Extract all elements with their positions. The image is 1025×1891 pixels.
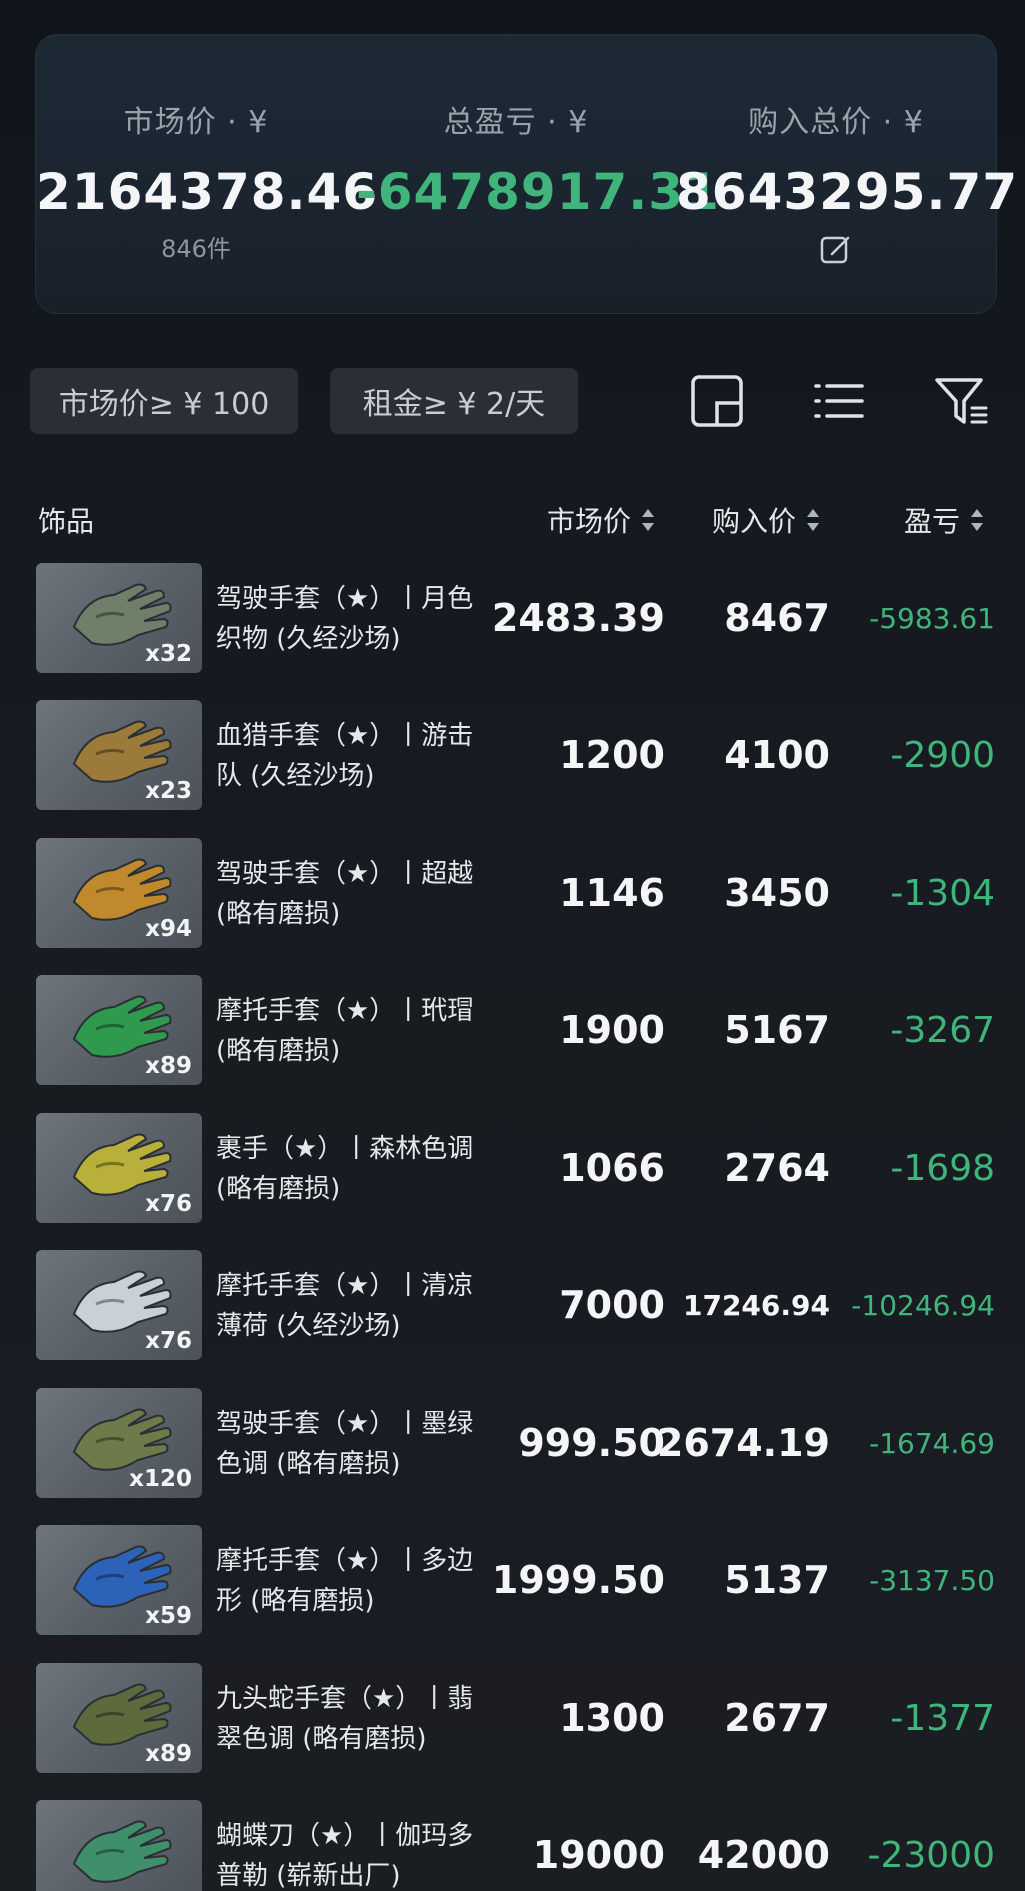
table-row[interactable]: x59 摩托手套（★）丨多边形 (略有磨损) 1999.50 5137 -3137.50 <box>0 1525 1025 1639</box>
table-row[interactable]: x120 驾驶手套（★）丨墨绿色调 (略有磨损) 999.50 2674.19 -167… <box>0 1388 1025 1502</box>
profit-loss-cell: -2900 <box>890 734 995 776</box>
buy-total-label: 购入总价 · ¥ <box>748 105 924 140</box>
market-price-cell: 1200 <box>559 733 665 777</box>
table-row[interactable]: x94 驾驶手套（★）丨超越 (略有磨损) 1146 3450 -1304 <box>0 838 1025 952</box>
header-item: 饰品 <box>38 505 95 538</box>
item-name: 驾驶手套（★）丨墨绿色调 (略有磨损) <box>216 1409 474 1479</box>
item-thumbnail: x89 <box>36 1663 202 1773</box>
item-name: 九头蛇手套（★）丨翡翠色调 (略有磨损) <box>216 1684 474 1754</box>
market-price-filter-chip[interactable]: 市场价≥ ¥ 100 <box>30 368 298 434</box>
item-thumbnail: x120 <box>36 1388 202 1498</box>
item-thumbnail: x89 <box>36 975 202 1085</box>
item-thumbnail: x76 <box>36 1113 202 1223</box>
total-pl-label: 总盈亏 · ¥ <box>443 105 589 140</box>
item-thumbnail: x94 <box>36 838 202 948</box>
profit-loss-cell: -3267 <box>890 1009 995 1051</box>
market-price-cell: 1999.50 <box>491 1558 665 1602</box>
item-quantity: x89 <box>145 1741 192 1767</box>
sort-icon <box>642 509 655 531</box>
buy-price-cell: 4100 <box>724 733 830 777</box>
header-buy-label: 购入价 <box>712 505 797 538</box>
buy-price-cell: 42000 <box>697 1833 830 1877</box>
item-quantity: x76 <box>145 1191 192 1217</box>
profit-loss-cell: -1377 <box>890 1697 995 1739</box>
item-quantity: x59 <box>145 1603 192 1629</box>
table-row[interactable]: 蝴蝶刀（★）丨伽玛多普勒 (崭新出厂) 19000 42000 -23000 <box>0 1800 1025 1891</box>
total-pl-value: -6478917.31 <box>356 163 720 221</box>
buy-total-value: 8643295.77 <box>676 163 1019 221</box>
market-total-value: 2164378.46 <box>36 163 379 221</box>
table-row[interactable]: x76 裹手（★）丨森林色调 (略有磨损) 1066 2764 -1698 <box>0 1113 1025 1227</box>
item-name: 摩托手套（★）丨玳瑁 (略有磨损) <box>216 996 474 1066</box>
item-thumbnail: x59 <box>36 1525 202 1635</box>
profit-loss-cell: -1674.69 <box>869 1426 995 1460</box>
item-name: 摩托手套（★）丨多边形 (略有磨损) <box>216 1546 474 1616</box>
list-view-icon[interactable] <box>810 372 868 430</box>
item-name: 驾驶手套（★）丨超越 (略有磨损) <box>216 859 474 929</box>
market-price-cell: 2483.39 <box>491 596 665 640</box>
table-row[interactable]: x23 血猎手套（★）丨游击队 (久经沙场) 1200 4100 -2900 <box>0 700 1025 814</box>
item-name: 摩托手套（★）丨清凉薄荷 (久经沙场) <box>216 1271 474 1341</box>
item-thumbnail: x23 <box>36 700 202 810</box>
header-market-label: 市场价 <box>547 505 632 538</box>
sort-icon <box>807 509 820 531</box>
profit-loss-cell: -10246.94 <box>851 1288 995 1322</box>
glove-icon <box>72 1820 172 1883</box>
item-quantity: x23 <box>145 778 192 804</box>
market-total-stat: 市场价 · ¥ 2164378.46 846件 <box>36 97 379 264</box>
header-pl-sort[interactable]: 盈亏 <box>904 500 984 540</box>
item-quantity: x76 <box>145 1328 192 1354</box>
item-count: 846件 <box>161 235 231 263</box>
item-quantity: x120 <box>129 1466 192 1492</box>
item-quantity: x94 <box>145 916 192 942</box>
item-thumbnail: x76 <box>36 1250 202 1360</box>
header-buy-sort[interactable]: 购入价 <box>712 500 820 540</box>
buy-price-cell: 5137 <box>724 1558 830 1602</box>
item-thumbnail <box>36 1800 202 1891</box>
table-row[interactable]: x32 驾驶手套（★）丨月色织物 (久经沙场) 2483.39 8467 -5983.6… <box>0 563 1025 677</box>
market-price-cell: 1066 <box>559 1146 665 1190</box>
market-price-cell: 7000 <box>559 1283 665 1327</box>
item-name: 裹手（★）丨森林色调 (略有磨损) <box>216 1134 474 1204</box>
item-thumbnail: x32 <box>36 563 202 673</box>
sort-icon <box>971 509 984 531</box>
buy-price-cell: 2674.19 <box>656 1421 830 1465</box>
table-row[interactable]: x89 摩托手套（★）丨玳瑁 (略有磨损) 1900 5167 -3267 <box>0 975 1025 1089</box>
edit-icon[interactable] <box>819 233 853 267</box>
market-price-cell: 1146 <box>559 871 665 915</box>
market-price-cell: 999.50 <box>518 1421 665 1465</box>
buy-total-stat: 购入总价 · ¥ 8643295.77 <box>676 97 1019 271</box>
profit-loss-cell: -1304 <box>890 872 995 914</box>
inventory-page: 市场价 · ¥ 2164378.46 846件 总盈亏 · ¥ -6478917… <box>0 0 1025 1891</box>
item-quantity: x32 <box>145 641 192 667</box>
grid-view-icon[interactable] <box>688 372 746 430</box>
market-price-cell: 1300 <box>559 1696 665 1740</box>
profit-loss-cell: -1698 <box>890 1147 995 1189</box>
profit-loss-cell: -5983.61 <box>869 601 995 635</box>
market-price-cell: 1900 <box>559 1008 665 1052</box>
table-row[interactable]: x76 摩托手套（★）丨清凉薄荷 (久经沙场) 7000 17246.94 -10246… <box>0 1250 1025 1364</box>
item-name: 蝴蝶刀（★）丨伽玛多普勒 (崭新出厂) <box>216 1821 474 1891</box>
table-row[interactable]: x89 九头蛇手套（★）丨翡翠色调 (略有磨损) 1300 2677 -1377 <box>0 1663 1025 1777</box>
profit-loss-cell: -3137.50 <box>869 1563 995 1597</box>
header-market-sort[interactable]: 市场价 <box>547 500 655 540</box>
buy-price-cell: 17246.94 <box>682 1288 830 1322</box>
item-name: 血猎手套（★）丨游击队 (久经沙场) <box>216 721 474 791</box>
buy-price-cell: 5167 <box>724 1008 830 1052</box>
table-header: 饰品 市场价 购入价 盈亏 <box>0 500 1025 544</box>
profit-loss-cell: -23000 <box>867 1834 995 1876</box>
summary-card: 市场价 · ¥ 2164378.46 846件 总盈亏 · ¥ -6478917… <box>35 34 1019 314</box>
buy-price-cell: 3450 <box>724 871 830 915</box>
market-price-cell: 19000 <box>532 1833 665 1877</box>
total-pl-stat: 总盈亏 · ¥ -6478917.31 <box>356 97 720 221</box>
filter-icon[interactable] <box>932 372 990 430</box>
buy-price-cell: 8467 <box>724 596 830 640</box>
buy-price-cell: 2764 <box>724 1146 830 1190</box>
item-quantity: x89 <box>145 1053 192 1079</box>
item-name: 驾驶手套（★）丨月色织物 (久经沙场) <box>216 584 474 654</box>
market-total-label: 市场价 · ¥ <box>123 105 269 140</box>
rent-filter-chip[interactable]: 租金≥ ¥ 2/天 <box>330 368 578 434</box>
buy-price-cell: 2677 <box>724 1696 830 1740</box>
header-pl-label: 盈亏 <box>904 505 961 538</box>
